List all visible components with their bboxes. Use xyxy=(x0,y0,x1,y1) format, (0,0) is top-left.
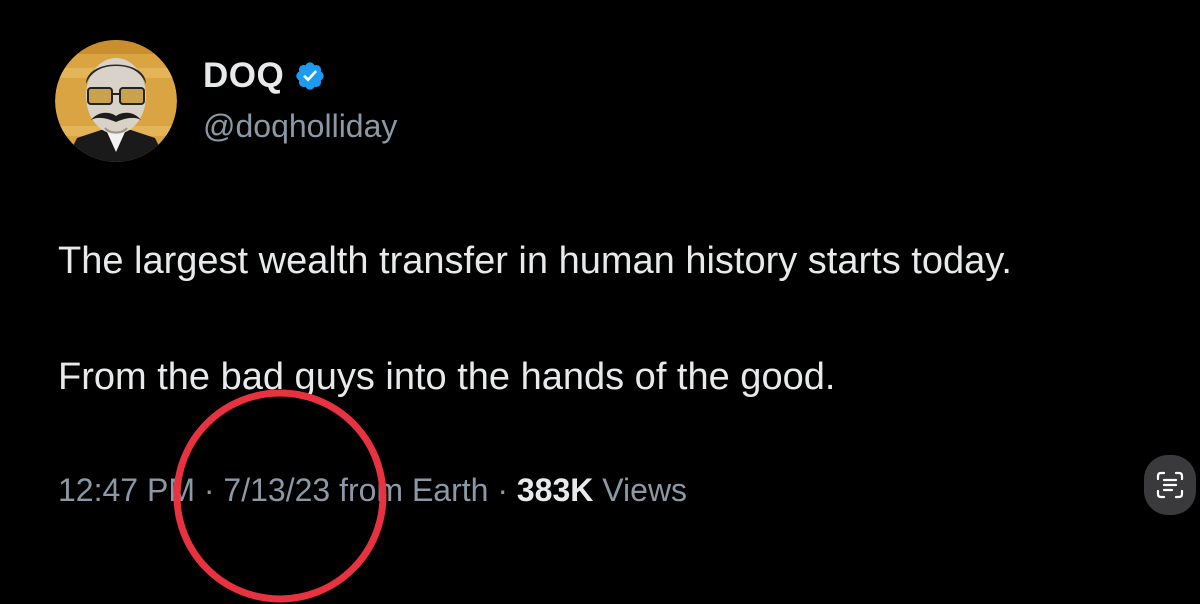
live-text-scan-icon xyxy=(1156,471,1184,499)
tweet-text-line: From the bad guys into the hands of the … xyxy=(58,356,836,398)
views-count: 383K xyxy=(516,472,594,508)
verified-badge-icon xyxy=(294,60,326,92)
tweet-time[interactable]: 12:47 PM xyxy=(58,472,195,508)
views-link[interactable]: 383K Views xyxy=(517,472,687,508)
tweet: DOQ @doqholliday The largest wealth tran… xyxy=(0,0,1200,603)
meta-separator: · xyxy=(497,472,508,508)
profile-avatar[interactable] xyxy=(55,40,177,162)
meta-separator: · xyxy=(203,472,215,508)
tweet-location: from Earth xyxy=(339,472,489,508)
display-name[interactable]: DOQ xyxy=(203,56,284,96)
views-label: Views xyxy=(602,472,688,508)
tweet-text-line: The largest wealth transfer in human his… xyxy=(58,240,1012,282)
author-name-row: DOQ xyxy=(203,56,326,96)
tweet-meta: 12:47 PM · 7/13/23 from Earth · 383K Vie… xyxy=(58,472,687,509)
author-handle[interactable]: @doqholliday xyxy=(203,108,397,145)
tweet-date[interactable]: 7/13/23 xyxy=(223,472,330,508)
live-text-scan-button[interactable] xyxy=(1144,455,1196,515)
avatar-image xyxy=(55,40,177,162)
